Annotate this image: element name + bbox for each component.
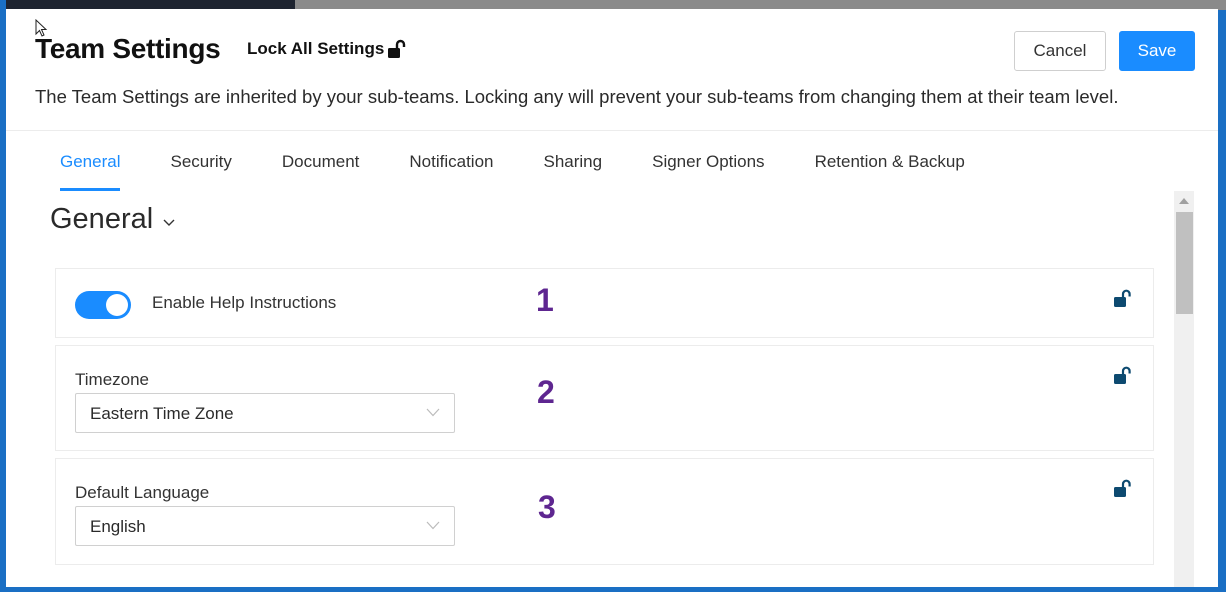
scroll-up-button[interactable] [1174, 191, 1194, 211]
language-select[interactable]: English [75, 506, 455, 546]
setting-timezone: Timezone Eastern Time Zone 2 [55, 345, 1154, 451]
annotation-number: 1 [536, 282, 554, 318]
dialog-header: Team Settings Lock All Settings The Team… [6, 9, 1218, 131]
timezone-value: Eastern Time Zone [90, 404, 234, 423]
language-label: Default Language [75, 483, 210, 502]
setting-help-instructions: Enable Help Instructions 1 [55, 268, 1154, 338]
page-title: Team Settings [35, 33, 221, 64]
arrow-up-icon [1179, 198, 1189, 204]
help-instructions-toggle[interactable] [75, 291, 131, 319]
settings-content: General Enable Help Instructions 1 Timez… [6, 191, 1171, 587]
cancel-button[interactable]: Cancel [1014, 31, 1106, 71]
scroll-thumb[interactable] [1176, 212, 1193, 314]
unlock-icon [388, 39, 406, 58]
content-scrollbar[interactable] [1174, 191, 1194, 587]
unlock-icon[interactable] [1113, 479, 1133, 499]
section-toggle[interactable]: General [50, 203, 175, 236]
team-settings-dialog: Team Settings Lock All Settings The Team… [6, 9, 1218, 587]
unlock-icon[interactable] [1113, 289, 1133, 309]
timezone-select[interactable]: Eastern Time Zone [75, 393, 455, 433]
chevron-down-icon [426, 408, 440, 417]
help-instructions-label: Enable Help Instructions [152, 293, 337, 312]
tab-document[interactable]: Document [282, 131, 359, 191]
section-title: General [50, 203, 154, 235]
lock-all-label: Lock All Settings [247, 39, 385, 58]
chevron-down-icon [163, 219, 175, 226]
settings-tabs: General Security Document Notification S… [35, 131, 1015, 191]
tab-security[interactable]: Security [170, 131, 231, 191]
dialog-description: The Team Settings are inherited by your … [35, 86, 1119, 107]
tab-general[interactable]: General [60, 131, 121, 191]
language-value: English [90, 517, 146, 536]
annotation-number: 3 [538, 489, 556, 525]
mouse-cursor-icon [35, 19, 48, 37]
setting-default-language: Default Language English 3 [55, 458, 1154, 565]
tab-sharing[interactable]: Sharing [544, 131, 603, 191]
tab-notification[interactable]: Notification [409, 131, 493, 191]
unlock-icon[interactable] [1113, 366, 1133, 386]
tab-signer-options[interactable]: Signer Options [652, 131, 764, 191]
timezone-label: Timezone [75, 370, 150, 389]
lock-all-settings-button[interactable]: Lock All Settings [247, 39, 407, 59]
toggle-knob [106, 294, 128, 316]
tab-retention-backup[interactable]: Retention & Backup [815, 131, 965, 191]
save-button[interactable]: Save [1119, 31, 1195, 71]
chevron-down-icon [426, 521, 440, 530]
annotation-number: 2 [537, 374, 555, 410]
